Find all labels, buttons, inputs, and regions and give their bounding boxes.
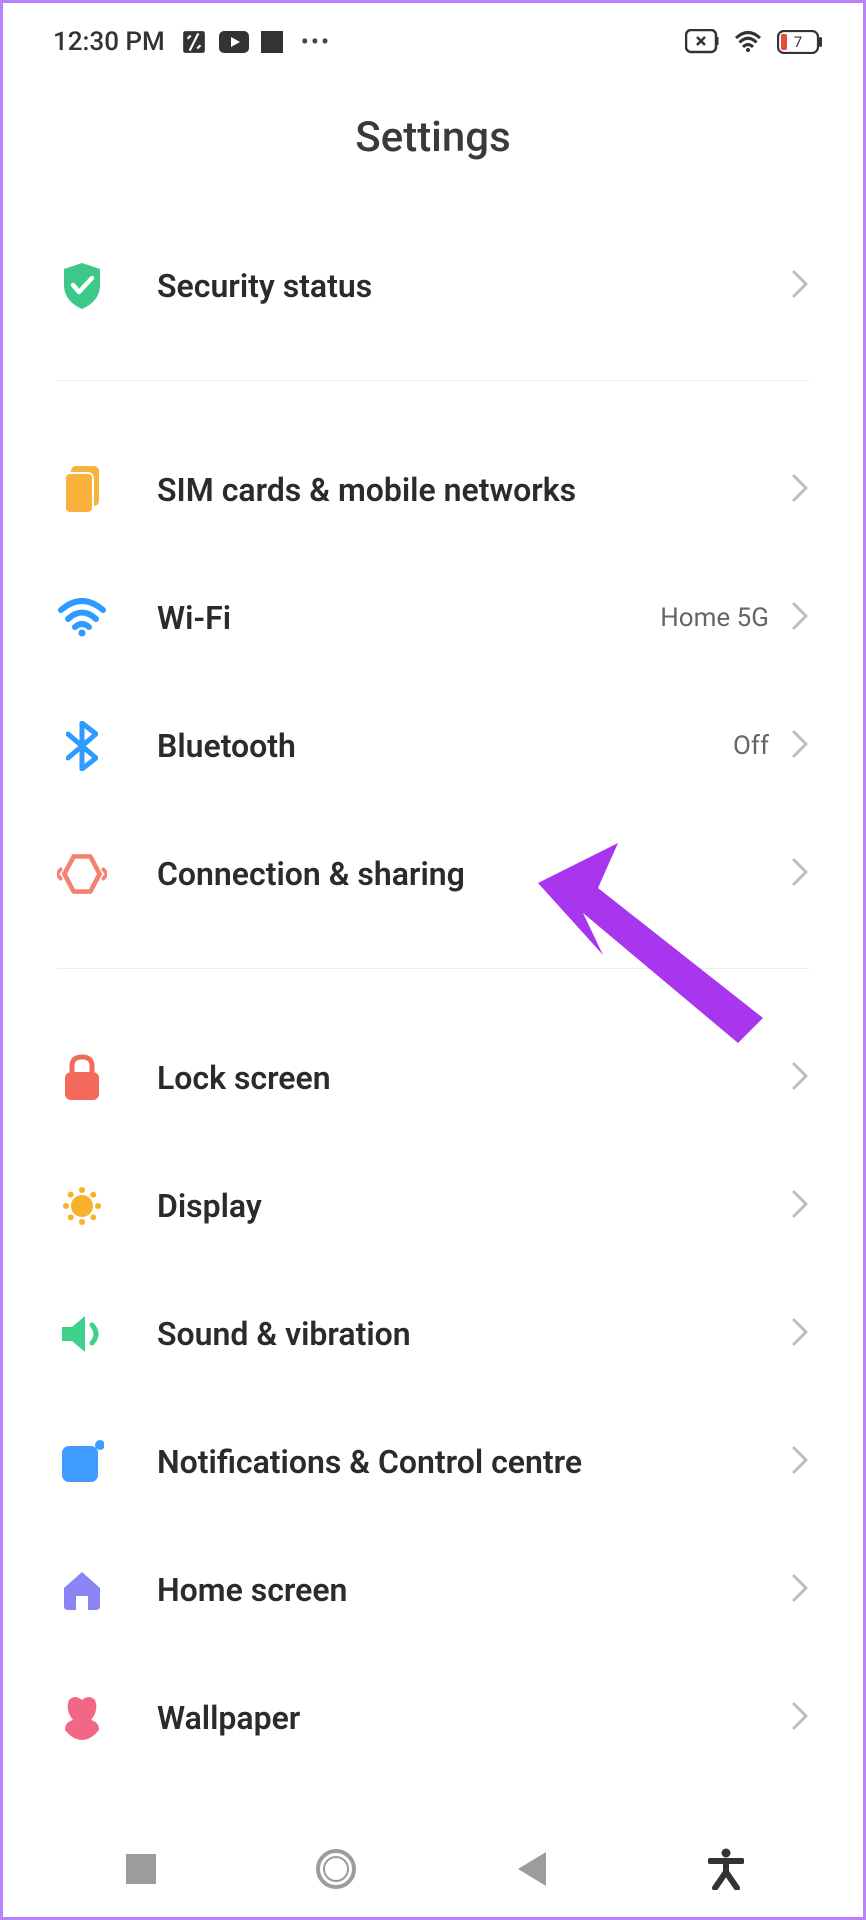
settings-item-lock-screen[interactable]: Lock screen <box>3 1014 863 1142</box>
settings-item-display[interactable]: Display <box>3 1142 863 1270</box>
chevron-right-icon <box>791 473 809 507</box>
navigation-bar <box>3 1821 863 1917</box>
page-title: Settings <box>3 73 863 222</box>
sun-icon <box>57 1182 107 1230</box>
tulip-icon <box>57 1694 107 1742</box>
chevron-right-icon <box>791 1189 809 1223</box>
bluetooth-icon <box>57 721 107 771</box>
nav-accessibility-button[interactable] <box>666 1839 786 1899</box>
settings-item-label: Wi-Fi <box>157 599 660 637</box>
chevron-right-icon <box>791 1317 809 1351</box>
chevron-right-icon <box>791 729 809 763</box>
settings-item-label: Wallpaper <box>157 1699 791 1737</box>
wifi-status-icon <box>733 30 763 54</box>
house-icon <box>57 1568 107 1612</box>
lock-icon <box>57 1054 107 1102</box>
settings-item-label: Lock screen <box>157 1059 791 1097</box>
settings-item-wifi[interactable]: Wi-FiHome 5G <box>3 554 863 682</box>
settings-item-value: Off <box>733 731 769 761</box>
settings-item-label: Connection & sharing <box>157 855 791 893</box>
status-bar: 12:30 PM ••• 7 <box>3 3 863 73</box>
nav-home-button[interactable] <box>276 1839 396 1899</box>
settings-item-connection-sharing[interactable]: Connection & sharing <box>3 810 863 938</box>
youtube-icon <box>219 31 249 53</box>
settings-item-label: Display <box>157 1187 791 1225</box>
settings-item-sound-vibration[interactable]: Sound & vibration <box>3 1270 863 1398</box>
divider <box>57 968 809 969</box>
speaker-icon <box>57 1313 107 1355</box>
settings-item-home-screen[interactable]: Home screen <box>3 1526 863 1654</box>
settings-item-wallpaper[interactable]: Wallpaper <box>3 1654 863 1782</box>
shield-check-icon <box>57 261 107 311</box>
chevron-right-icon <box>791 1061 809 1095</box>
divider <box>57 380 809 381</box>
chevron-right-icon <box>791 601 809 635</box>
settings-item-security-status[interactable]: Security status <box>3 222 863 350</box>
no-sim-icon <box>685 29 719 55</box>
chevron-right-icon <box>791 1573 809 1607</box>
status-bar-left: 12:30 PM ••• <box>53 27 331 57</box>
battery-icon: 7 <box>777 30 823 54</box>
settings-item-value: Home 5G <box>660 603 769 633</box>
share-hex-icon <box>57 851 107 897</box>
settings-item-label: Bluetooth <box>157 727 733 765</box>
nav-recent-button[interactable] <box>81 1839 201 1899</box>
chevron-right-icon <box>791 857 809 891</box>
settings-item-sim-cards[interactable]: SIM cards & mobile networks <box>3 426 863 554</box>
settings-item-notifications[interactable]: Notifications & Control centre <box>3 1398 863 1526</box>
battery-level: 7 <box>777 30 819 54</box>
settings-item-label: SIM cards & mobile networks <box>157 471 791 509</box>
settings-item-label: Security status <box>157 267 791 305</box>
square-dot-icon <box>57 1440 107 1484</box>
settings-item-bluetooth[interactable]: BluetoothOff <box>3 682 863 810</box>
sim-icon <box>57 466 107 514</box>
chevron-right-icon <box>791 1445 809 1479</box>
settings-item-label: Notifications & Control centre <box>157 1443 791 1481</box>
settings-item-label: Home screen <box>157 1571 791 1609</box>
status-time: 12:30 PM <box>53 27 165 57</box>
nav-back-button[interactable] <box>471 1839 591 1899</box>
settings-list: Security status SIM cards & mobile networ… <box>3 222 863 1782</box>
chevron-right-icon <box>791 269 809 303</box>
wifi-icon <box>57 598 107 638</box>
app-icon-1 <box>181 29 207 55</box>
square-icon <box>261 31 283 53</box>
status-bar-right: 7 <box>685 29 823 55</box>
chevron-right-icon <box>791 1701 809 1735</box>
settings-item-label: Sound & vibration <box>157 1315 791 1353</box>
